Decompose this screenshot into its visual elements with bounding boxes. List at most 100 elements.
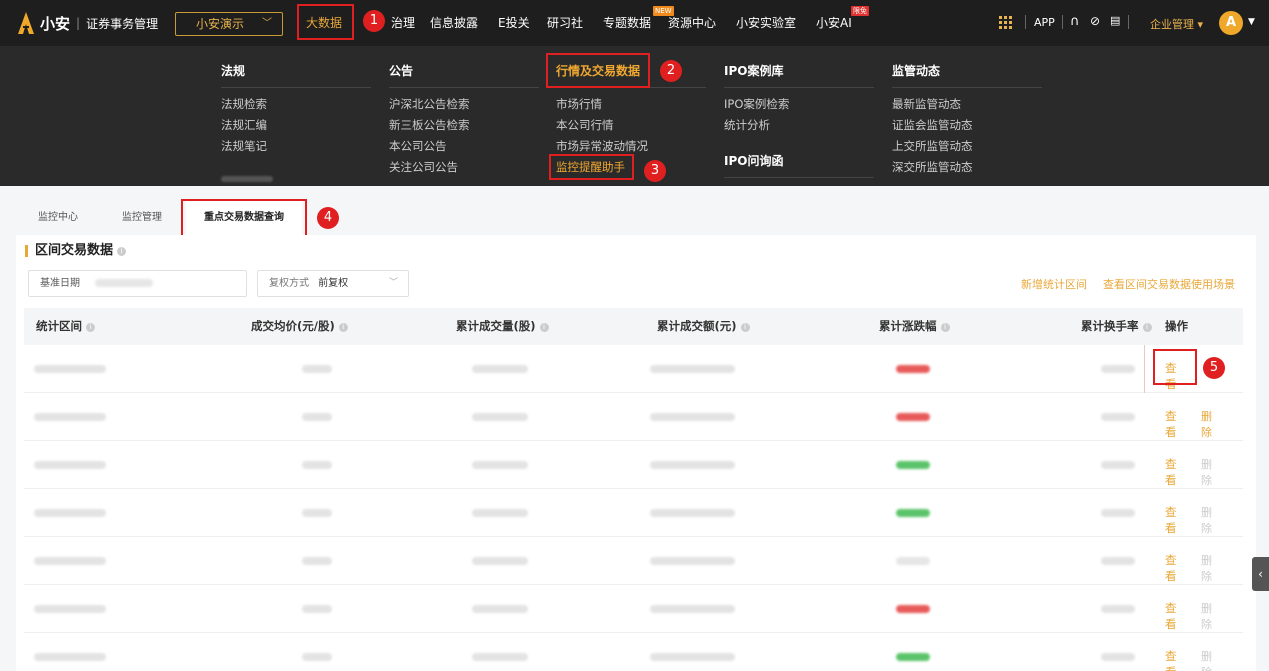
menu-item[interactable]: 法规检索 [221, 96, 267, 112]
headset-icon[interactable]: ∩ [1070, 14, 1080, 29]
menu-item[interactable]: 统计分析 [724, 117, 770, 133]
avatar[interactable]: A [1219, 11, 1243, 35]
blurred-cell [896, 557, 930, 565]
blurred-cell [650, 365, 735, 373]
menu-item[interactable]: 上交所监管动态 [892, 138, 973, 154]
blurred-cell [302, 605, 332, 613]
divider [1128, 15, 1129, 29]
brand-logo[interactable]: 小安 | 证券事务管理 [18, 12, 158, 34]
nav-ai[interactable]: 小安AI [816, 0, 852, 46]
blurred-cell [650, 557, 735, 565]
nav-resources[interactable]: 资源中心 [668, 0, 716, 46]
menu-heading-ipo-cases: IPO案例库 [724, 64, 784, 78]
info-icon[interactable]: i [1142, 323, 1152, 332]
menu-item[interactable]: 本公司公告 [389, 138, 447, 154]
blurred-cell [34, 557, 106, 565]
menu-item[interactable]: 法规笔记 [221, 138, 267, 154]
view-button[interactable]: 查看 [1165, 600, 1177, 632]
tab-monitor-management[interactable]: 监控管理 [106, 201, 178, 235]
delete-button[interactable]: 删除 [1201, 648, 1212, 671]
annotation-box-2 [546, 53, 650, 88]
info-icon[interactable]: i [86, 323, 95, 332]
info-icon[interactable]: i [740, 323, 750, 332]
delete-button[interactable]: 删除 [1201, 552, 1212, 584]
message-icon[interactable]: ▤ [1110, 14, 1120, 27]
add-interval-link[interactable]: 新增统计区间 [1021, 276, 1087, 292]
section-title: 区间交易数据 i [25, 243, 127, 259]
app-link[interactable]: APP [1034, 16, 1055, 29]
nav-study[interactable]: 研习社 [547, 0, 583, 46]
brand-separator: | [76, 16, 81, 30]
blurred-cell [650, 461, 735, 469]
menu-item[interactable]: IPO案例检索 [724, 96, 789, 112]
org-select[interactable]: 小安演示 ﹀ [175, 12, 283, 36]
divider [1025, 15, 1026, 29]
annotation-marker-4: 4 [317, 207, 339, 229]
delete-button[interactable]: 删除 [1201, 600, 1212, 632]
annotation-box-4 [181, 199, 307, 238]
view-button[interactable]: 查看 [1165, 456, 1177, 488]
menu-item[interactable]: 沪深北公告检索 [389, 96, 470, 112]
usage-scenario-link[interactable]: 查看区间交易数据使用场景 [1103, 276, 1235, 292]
divider [1062, 15, 1063, 29]
adjust-mode-select[interactable]: 复权方式 前复权 ﹀ [257, 270, 409, 297]
menu-item[interactable]: 市场行情 [556, 96, 602, 112]
enterprise-menu[interactable]: 企业管理 ▾ [1150, 16, 1203, 32]
nav-disclosure[interactable]: 信息披露 [430, 0, 478, 46]
tab-monitor-center[interactable]: 监控中心 [22, 201, 94, 235]
blurred-cell [896, 605, 930, 613]
menu-item[interactable]: 法规汇编 [221, 117, 267, 133]
blurred-cell [34, 413, 106, 421]
annotation-box-5 [1153, 349, 1197, 385]
menu-item[interactable]: 新三板公告检索 [389, 117, 470, 133]
info-icon[interactable]: i [338, 323, 348, 332]
blurred-cell [472, 653, 528, 661]
nav-topic-data[interactable]: 专题数据 [603, 0, 651, 46]
blurred-cell [1101, 509, 1135, 517]
menu-item[interactable]: 深交所监管动态 [892, 159, 973, 175]
th-volume: 累计成交量(股) i [456, 308, 549, 345]
delete-button[interactable]: 删除 [1201, 504, 1212, 536]
annotation-marker-5: 5 [1203, 357, 1225, 379]
menu-item[interactable]: 本公司行情 [556, 117, 614, 133]
menu-item[interactable]: 市场异常波动情况 [556, 138, 648, 154]
blurred-cell [650, 605, 735, 613]
info-icon[interactable]: i [539, 323, 549, 332]
info-icon[interactable]: i [117, 247, 127, 256]
help-icon[interactable]: ⊘ [1090, 14, 1100, 28]
nav-governance[interactable]: 治理 [391, 0, 415, 46]
view-button[interactable]: 查看 [1165, 408, 1177, 440]
table-header: 统计区间 i 成交均价(元/股) i 累计成交量(股) i 累计成交额(元) i 累计涨… [24, 308, 1243, 345]
blurred-cell [472, 365, 528, 373]
view-button[interactable]: 查看 [1165, 552, 1177, 584]
collapse-panel-chevron-left-icon[interactable]: ‹ [1252, 557, 1269, 591]
menu-item[interactable]: 关注公司公告 [389, 159, 458, 175]
avatar-chevron-icon[interactable]: ▼ [1248, 17, 1255, 27]
delete-button[interactable]: 删除 [1201, 408, 1212, 440]
nav-e-investor[interactable]: E投关 [498, 0, 530, 46]
blurred-cell [34, 653, 106, 661]
blurred-cell [34, 605, 106, 613]
menu-item[interactable]: 最新监管动态 [892, 96, 961, 112]
menu-item[interactable]: 证监会监管动态 [892, 117, 973, 133]
chevron-down-icon: ﹀ [388, 278, 398, 288]
nav-lab[interactable]: 小安实验室 [736, 0, 796, 46]
blurred-cell [472, 413, 528, 421]
blurred-cell [302, 413, 332, 421]
delete-button[interactable]: 删除 [1201, 456, 1212, 488]
blurred-cell [302, 461, 332, 469]
divider [724, 87, 874, 88]
view-button[interactable]: 查看 [1165, 504, 1177, 536]
table-row: 查看 删除 [24, 633, 1243, 671]
blurred-cell [896, 413, 930, 421]
brand-name: 小安 [40, 14, 71, 33]
base-date-label: 基准日期 [40, 278, 80, 289]
table-row: 查看删除 [24, 441, 1243, 489]
blurred-cell [896, 653, 930, 661]
base-date-value [95, 279, 154, 287]
base-date-field[interactable]: 基准日期 [28, 270, 247, 297]
view-button[interactable]: 查看 [1165, 648, 1177, 671]
apps-grid-icon[interactable] [999, 16, 1012, 29]
row-highlight-divider [1144, 345, 1145, 393]
info-icon[interactable]: i [940, 323, 950, 332]
